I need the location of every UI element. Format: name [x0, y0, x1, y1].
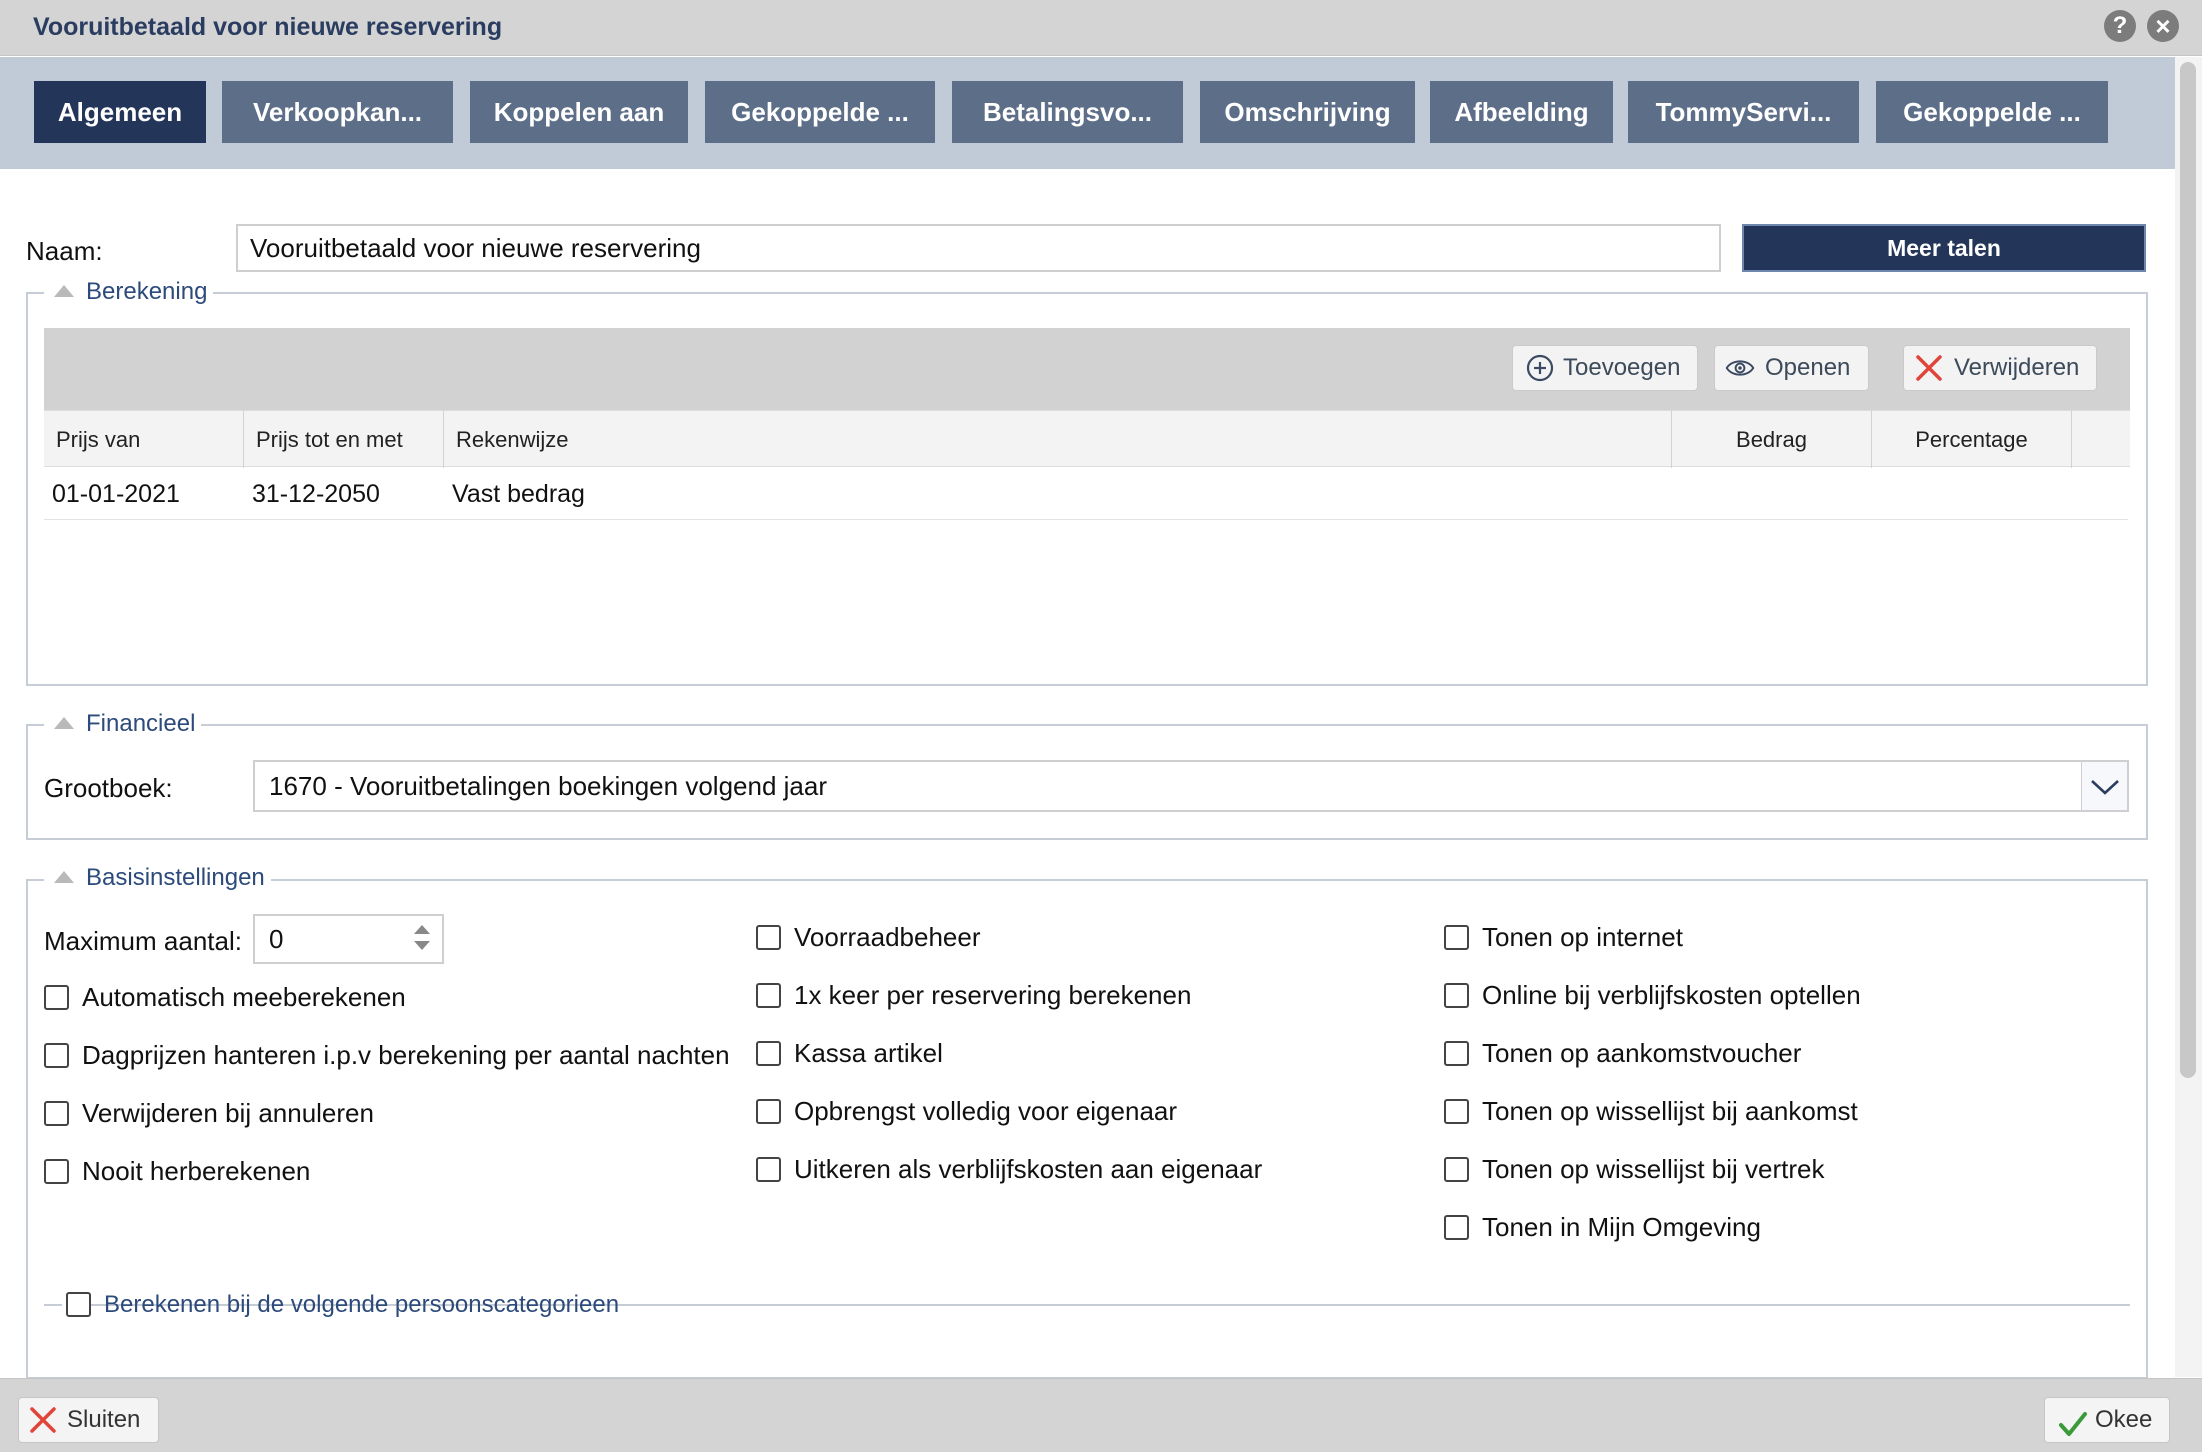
name-input[interactable]: Vooruitbetaald voor nieuwe reservering [236, 224, 1721, 272]
column-header-percentage[interactable]: Percentage [1872, 411, 2072, 468]
collapse-triangle-icon[interactable] [54, 871, 74, 884]
calculation-legend[interactable]: Berekening [44, 277, 214, 307]
checkbox[interactable] [44, 1101, 69, 1126]
cell-method: Vast bedrag [452, 480, 585, 508]
more-languages-button[interactable]: Meer talen [1742, 224, 2146, 272]
max-quantity-label: Maximum aantal: [44, 926, 242, 956]
checkbox[interactable] [756, 1157, 781, 1182]
spinner-down-icon[interactable] [414, 941, 430, 950]
calculation-table-header: Prijs van Prijs tot en met Rekenwijze Be… [44, 410, 2130, 468]
financial-legend[interactable]: Financieel [44, 709, 202, 739]
plus-circle-icon [1526, 354, 1554, 382]
tab-tommyservice[interactable]: TommyServi... [1628, 81, 1859, 143]
ledger-select[interactable]: 1670 - Vooruitbetalingen boekingen volge… [253, 760, 2129, 812]
checkbox[interactable] [1444, 1041, 1469, 1066]
help-icon[interactable]: ? [2104, 10, 2136, 42]
ok-button[interactable]: Okee [2044, 1397, 2170, 1443]
basic-settings-legend[interactable]: Basisinstellingen [44, 863, 271, 893]
cell-price-to: 31-12-2050 [252, 480, 380, 508]
tab-algemeen[interactable]: Algemeen [34, 81, 206, 143]
name-label: Naam: [26, 236, 103, 266]
max-quantity-value: 0 [269, 924, 284, 954]
open-button[interactable]: Openen [1714, 345, 1869, 391]
calculation-toolbar: Toevoegen Openen Verwijderen [44, 328, 2130, 410]
tab-gekoppelde-2[interactable]: Gekoppelde ... [1876, 81, 2108, 143]
checkbox[interactable] [756, 925, 781, 950]
scrollbar-thumb[interactable] [2180, 62, 2196, 1078]
window-title: Vooruitbetaald voor nieuwe reservering [33, 13, 503, 41]
collapse-triangle-icon[interactable] [54, 285, 74, 298]
tab-omschrijving[interactable]: Omschrijving [1200, 81, 1415, 143]
checkbox[interactable] [44, 1043, 69, 1068]
eye-icon [1725, 360, 1755, 376]
cell-percentage [1872, 468, 2072, 520]
checkbox[interactable] [44, 985, 69, 1010]
column-header-price-to[interactable]: Prijs tot en met [244, 411, 444, 468]
dialog-footer: Sluiten Okee [0, 1378, 2202, 1452]
ledger-value: 1670 - Vooruitbetalingen boekingen volge… [269, 771, 827, 801]
checkbox[interactable] [1444, 1157, 1469, 1182]
tab-gekoppelde-1[interactable]: Gekoppelde ... [705, 81, 935, 143]
checkbox[interactable] [756, 1099, 781, 1124]
checkbox[interactable] [1444, 1215, 1469, 1240]
red-x-icon [1916, 355, 1942, 381]
column-header-price-from[interactable]: Prijs van [44, 411, 244, 468]
cell-amount [1672, 468, 1872, 520]
dropdown-arrow[interactable] [2081, 762, 2127, 810]
collapse-triangle-icon[interactable] [54, 717, 74, 730]
checkbox-person-categories[interactable]: Berekenen bij de volgende persoonscatego… [62, 1288, 619, 1322]
checkbox[interactable] [1444, 1099, 1469, 1124]
chevron-down-icon [2091, 780, 2119, 795]
tab-koppelen-aan[interactable]: Koppelen aan [470, 81, 688, 143]
checkbox[interactable] [756, 983, 781, 1008]
checkbox[interactable] [756, 1041, 781, 1066]
delete-button[interactable]: Verwijderen [1903, 345, 2097, 391]
checkbox[interactable] [1444, 983, 1469, 1008]
close-button[interactable]: Sluiten [18, 1397, 159, 1443]
tab-bar: Algemeen Verkoopkan... Koppelen aan Geko… [0, 57, 2175, 169]
close-icon[interactable]: × [2147, 10, 2179, 42]
table-row[interactable]: 01-01-2021 31-12-2050 Vast bedrag [44, 468, 2128, 520]
tab-verkoopkanalen[interactable]: Verkoopkan... [222, 81, 453, 143]
checkmark-icon [2059, 1412, 2087, 1436]
ledger-label: Grootboek: [44, 773, 173, 803]
checkbox[interactable] [66, 1292, 91, 1317]
tab-afbeelding[interactable]: Afbeelding [1430, 81, 1613, 143]
cell-price-from: 01-01-2021 [52, 480, 180, 508]
spinner-up-icon[interactable] [414, 925, 430, 934]
max-quantity-stepper[interactable]: 0 [253, 914, 444, 964]
checkbox[interactable] [44, 1159, 69, 1184]
red-x-icon [30, 1407, 56, 1433]
add-button[interactable]: Toevoegen [1512, 345, 1698, 391]
title-bar: Vooruitbetaald voor nieuwe reservering ?… [0, 0, 2202, 56]
tab-betalingsvoorwaarden[interactable]: Betalingsvo... [952, 81, 1183, 143]
column-header-amount[interactable]: Bedrag [1672, 411, 1872, 468]
column-header-method[interactable]: Rekenwijze [444, 411, 1672, 468]
checkbox[interactable] [1444, 925, 1469, 950]
